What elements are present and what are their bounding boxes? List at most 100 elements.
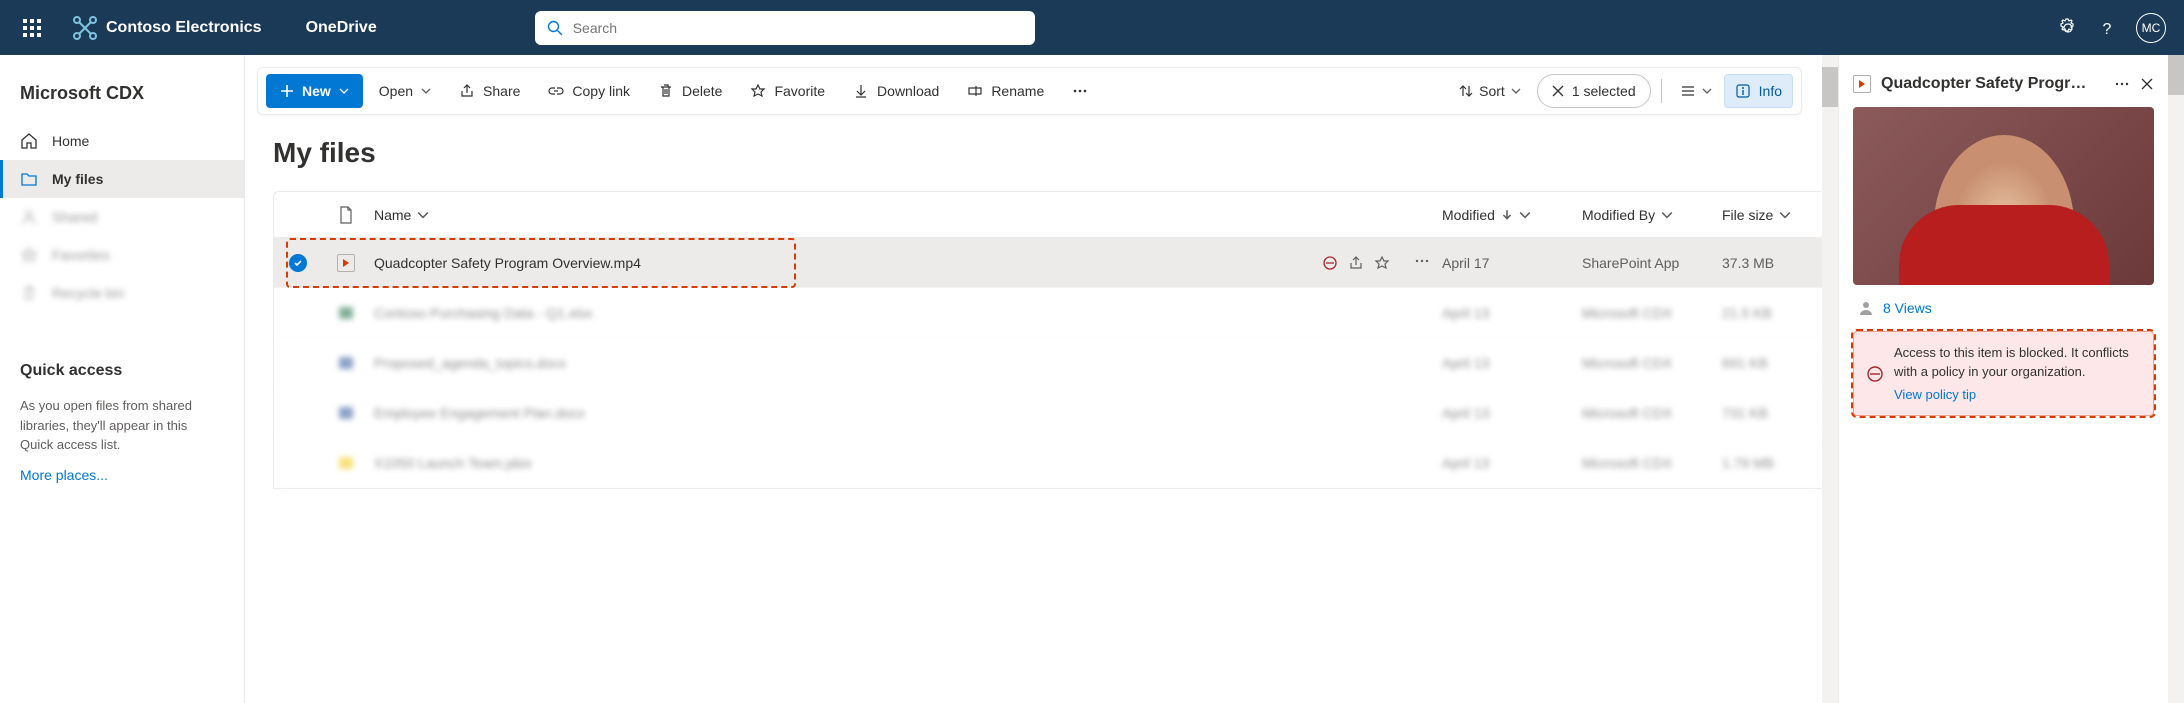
chevron-down-icon [1779, 209, 1791, 221]
scrollbar[interactable] [1822, 55, 1838, 703]
pbix-icon [337, 454, 355, 472]
clear-selection-icon [1552, 85, 1564, 97]
search-input[interactable] [573, 20, 1023, 36]
video-thumbnail[interactable] [1853, 107, 2154, 285]
nav-label: Recycle bin [52, 285, 124, 301]
file-name[interactable]: Quadcopter Safety Program Overview.mp4 [374, 255, 641, 271]
table-row[interactable]: Proposed_agenda_topics.docx April 13 Mic… [274, 338, 1822, 388]
info-label: Info [1759, 83, 1782, 99]
star-icon [750, 83, 766, 99]
details-more-icon[interactable] [2114, 76, 2130, 92]
selected-count: 1 selected [1572, 83, 1636, 99]
star-icon[interactable] [1374, 255, 1390, 271]
delete-label: Delete [682, 83, 722, 99]
views-link[interactable]: 8 Views [1883, 300, 1932, 316]
ellipsis-icon [1072, 83, 1088, 99]
chevron-down-icon [1511, 86, 1521, 96]
close-icon[interactable] [2140, 77, 2154, 91]
policy-alert: Access to this item is blocked. It confl… [1853, 331, 2154, 416]
link-icon [548, 83, 564, 99]
file-modified-by: SharePoint App [1582, 255, 1679, 271]
info-button[interactable]: Info [1724, 74, 1793, 108]
new-label: New [302, 83, 331, 99]
row-more-icon[interactable] [1414, 253, 1430, 269]
copy-link-label: Copy link [572, 83, 630, 99]
video-file-icon [337, 254, 355, 272]
share-button[interactable]: Share [447, 73, 532, 109]
page-title: My files [245, 127, 1822, 191]
column-modified-by[interactable]: Modified By [1582, 207, 1722, 223]
search-box[interactable] [535, 11, 1035, 45]
nav-recycle-bin[interactable]: Recycle bin [0, 274, 244, 312]
details-title: Quadcopter Safety Progr… [1881, 75, 2104, 93]
table-row[interactable]: Contoso Purchasing Data - Q1.xlsx April … [274, 288, 1822, 338]
blocked-icon [1866, 344, 1884, 405]
column-name[interactable]: Name [370, 207, 1442, 223]
column-file-size[interactable]: File size [1722, 207, 1822, 223]
views-icon [1857, 299, 1875, 317]
docx-icon [337, 354, 355, 372]
search-icon [547, 20, 563, 36]
table-row[interactable]: Quadcopter Safety Program Overview.mp4 A… [274, 238, 1822, 288]
chevron-down-icon [1661, 209, 1673, 221]
file-name[interactable]: X1050 Launch Team.pbix [374, 455, 532, 471]
app-name[interactable]: OneDrive [306, 19, 377, 37]
nav-label: My files [52, 171, 103, 187]
file-name[interactable]: Proposed_agenda_topics.docx [374, 355, 566, 371]
sort-icon [1459, 84, 1473, 98]
rename-button[interactable]: Rename [955, 73, 1056, 109]
download-button[interactable]: Download [841, 73, 951, 109]
new-button[interactable]: New [266, 74, 363, 108]
favorite-label: Favorite [774, 83, 825, 99]
sort-button[interactable]: Sort [1447, 83, 1533, 99]
nav-home[interactable]: Home [0, 122, 244, 160]
avatar-initials: MC [2142, 21, 2161, 35]
nav-favorites[interactable]: Favorites [0, 236, 244, 274]
nav-label: Favorites [52, 247, 110, 263]
divider [1661, 79, 1662, 103]
open-button[interactable]: Open [367, 73, 443, 109]
copy-link-button[interactable]: Copy link [536, 73, 642, 109]
file-type-header-icon[interactable] [338, 206, 354, 224]
alert-text: Access to this item is blocked. It confl… [1894, 345, 2129, 379]
share-icon [459, 83, 475, 99]
table-row[interactable]: X1050 Launch Team.pbix April 13 Microsof… [274, 438, 1822, 488]
row-checkbox-checked[interactable] [289, 254, 307, 272]
person-icon [20, 208, 38, 226]
scrollbar[interactable] [2168, 55, 2184, 703]
selection-pill[interactable]: 1 selected [1537, 74, 1651, 108]
more-places-link[interactable]: More places... [20, 467, 108, 483]
file-name[interactable]: Contoso Purchasing Data - Q1.xlsx [374, 305, 593, 321]
table-row[interactable]: Employee Engagement Plan.docx April 13 M… [274, 388, 1822, 438]
home-icon [20, 132, 38, 150]
file-table: Name Modified Modified By File size [273, 191, 1822, 489]
more-commands-button[interactable] [1060, 73, 1100, 109]
info-icon [1735, 83, 1751, 99]
download-label: Download [877, 83, 939, 99]
download-icon [853, 83, 869, 99]
file-size: 37.3 MB [1722, 255, 1774, 271]
user-avatar[interactable]: MC [2136, 13, 2166, 43]
policy-tip-link[interactable]: View policy tip [1894, 386, 1976, 405]
column-modified[interactable]: Modified [1442, 207, 1582, 223]
favorite-button[interactable]: Favorite [738, 73, 837, 109]
details-pane: Quadcopter Safety Progr… 8 Views Access … [1838, 55, 2168, 703]
quick-access-description: As you open files from shared libraries,… [20, 396, 224, 455]
xlsx-icon [337, 304, 355, 322]
help-icon[interactable]: ? [2098, 19, 2116, 37]
share-icon[interactable] [1348, 255, 1364, 271]
file-name[interactable]: Employee Engagement Plan.docx [374, 405, 585, 421]
delete-button[interactable]: Delete [646, 73, 734, 109]
table-header: Name Modified Modified By File size [274, 192, 1822, 238]
nav-my-files[interactable]: My files [0, 160, 244, 198]
nav-shared[interactable]: Shared [0, 198, 244, 236]
brand[interactable]: Contoso Electronics [72, 15, 262, 41]
rename-label: Rename [991, 83, 1044, 99]
chevron-down-icon [1702, 86, 1712, 96]
view-options-button[interactable] [1672, 83, 1720, 99]
settings-icon[interactable] [2058, 18, 2078, 38]
chevron-down-icon [339, 86, 349, 96]
nav-label: Shared [52, 209, 97, 225]
nav-label: Home [52, 133, 89, 149]
app-launcher-button[interactable] [8, 4, 56, 52]
